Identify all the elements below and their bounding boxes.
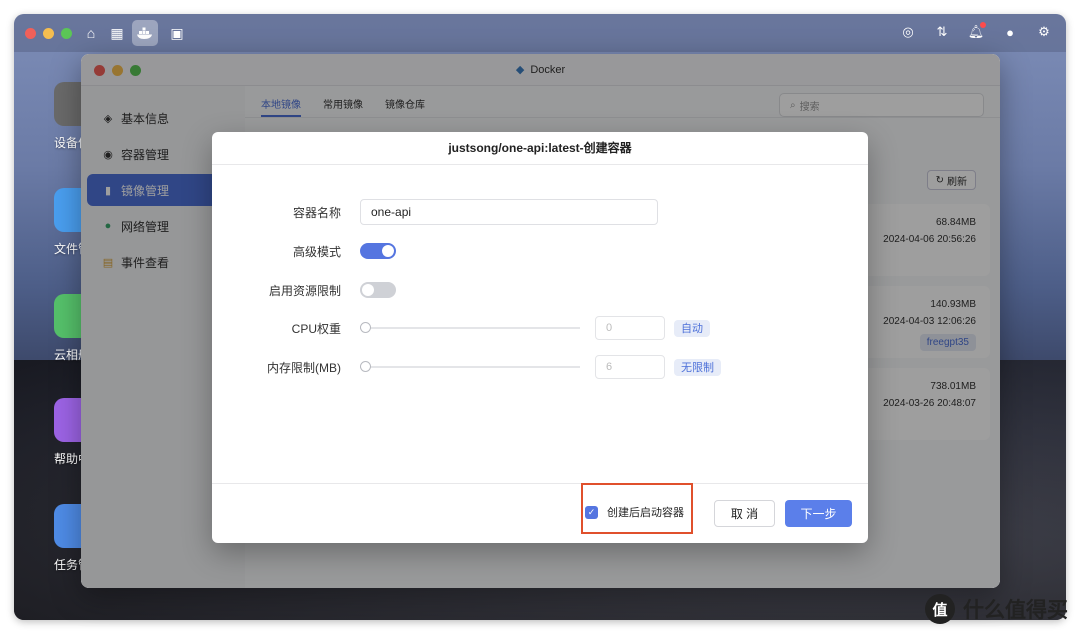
cancel-button[interactable]: 取 消 (714, 500, 775, 527)
user-icon[interactable]: ● (1000, 22, 1020, 42)
maximize-dot[interactable] (61, 28, 72, 39)
start-after-create-option[interactable]: ✓ 创建后启动容器 (585, 504, 684, 520)
container-name-input[interactable]: one-api (360, 199, 658, 225)
start-after-create-checkbox[interactable]: ✓ (585, 505, 598, 519)
resource-limit-label: 启用资源限制 (268, 283, 341, 298)
dialog-title: justsong/one-api:latest-创建容器 (212, 132, 868, 165)
cpu-weight-label: CPU权重 (291, 321, 341, 336)
photos-icon (54, 294, 84, 338)
watermark-logo-icon: 值 (925, 594, 955, 624)
memory-limit-slider[interactable] (360, 361, 580, 372)
memory-limit-row: 内存限制(MB) 6 无限制 (212, 354, 721, 380)
advanced-mode-toggle[interactable] (360, 243, 396, 259)
memory-unlimited-badge: 无限制 (674, 358, 721, 376)
folder-icon (54, 188, 84, 232)
slider-handle[interactable] (360, 361, 371, 372)
tray: ◎ ⇅ 🔔︎ ● ⚙ (898, 22, 1054, 42)
advanced-mode-label: 高级模式 (292, 244, 341, 259)
minimize-dot[interactable] (43, 28, 54, 39)
create-container-dialog: justsong/one-api:latest-创建容器 容器名称 one-ap… (212, 132, 868, 543)
globe-icon[interactable]: ◎ (898, 22, 918, 42)
taskbar: ⌂ ▦ ▣ ◎ ⇅ 🔔︎ ● ⚙ (14, 14, 1066, 52)
resource-limit-toggle[interactable] (360, 282, 396, 298)
window-controls (25, 28, 72, 39)
bell-icon[interactable]: 🔔︎ (966, 22, 986, 42)
watermark: 值 什么值得买 (925, 594, 1068, 624)
cpu-auto-badge: 自动 (674, 319, 710, 337)
task-manager-icon (54, 504, 84, 548)
start-after-create-label: 创建后启动容器 (607, 507, 684, 519)
close-dot[interactable] (25, 28, 36, 39)
apps-grid-icon[interactable]: ▦ (106, 22, 128, 44)
resource-limit-row: 启用资源限制 (212, 277, 396, 303)
cpu-weight-slider[interactable] (360, 322, 580, 333)
next-step-button[interactable]: 下一步 (785, 500, 852, 527)
memory-limit-input[interactable]: 6 (595, 355, 665, 379)
docker-icon[interactable] (132, 20, 158, 46)
notification-badge (980, 22, 986, 28)
slider-handle[interactable] (360, 322, 371, 333)
memory-limit-label: 内存限制(MB) (267, 360, 341, 375)
toggle-knob (382, 245, 394, 257)
container-name-label: 容器名称 (292, 205, 341, 220)
advanced-mode-row: 高级模式 (212, 238, 396, 264)
cpu-weight-input[interactable]: 0 (595, 316, 665, 340)
watermark-text: 什么值得买 (963, 599, 1068, 622)
cpu-weight-row: CPU权重 0 自动 (212, 315, 710, 341)
help-icon (54, 398, 84, 442)
transfer-icon[interactable]: ⇅ (932, 22, 952, 42)
terminal-icon[interactable]: ▣ (166, 22, 188, 44)
toggle-knob (362, 284, 374, 296)
settings-icon[interactable]: ⚙ (1034, 22, 1054, 42)
container-name-row: 容器名称 one-api (212, 199, 658, 225)
device-info-icon (54, 82, 84, 126)
home-icon[interactable]: ⌂ (80, 22, 102, 44)
